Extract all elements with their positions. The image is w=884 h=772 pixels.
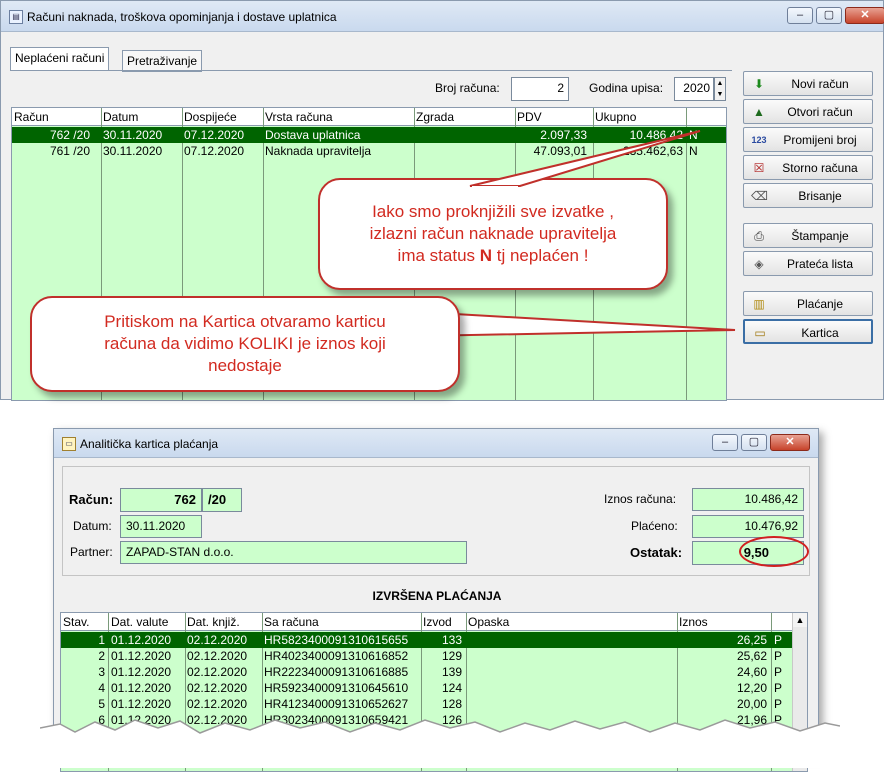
column-header-dat-knjiz[interactable]: Dat. knjiž. (187, 615, 240, 629)
column-header-opaska[interactable]: Opaska (468, 615, 509, 629)
cell-p: P (774, 665, 783, 679)
cell-p: P (774, 681, 783, 695)
payment-row[interactable]: 6 01.12.2020 02.12.2020 HR30234000913106594… (61, 712, 807, 728)
cell-p: P (774, 649, 783, 663)
column-header-dat-valute[interactable]: Dat. valute (111, 615, 168, 629)
cell-knjiz: 02.12.2020 (187, 633, 248, 647)
cell-racun: HR5923400091310645610 (264, 681, 409, 695)
payment-row[interactable]: 2 01.12.2020 02.12.2020 HR40234000913106168… (61, 648, 807, 664)
cell-izvod: 124 (441, 681, 462, 695)
card-close-button[interactable]: ✕ (770, 434, 810, 451)
card-minimize-button[interactable]: – (712, 434, 738, 451)
cell-racun: HR4023400091310616852 (264, 649, 409, 663)
cell-izvod: 139 (441, 665, 462, 679)
payment-row[interactable]: 3 01.12.2020 02.12.2020 HR22234000913106168… (61, 664, 807, 680)
cell-iznos: 21,96 (736, 713, 767, 727)
payments-table: Stav. Dat. valute Dat. knjiž. Sa računa … (60, 612, 808, 772)
column-header-sa-racuna[interactable]: Sa računa (264, 615, 319, 629)
cell-iznos: 20,00 (736, 697, 767, 711)
card-window-icon: ▭ (62, 437, 76, 451)
cell-izvod: 126 (441, 713, 462, 727)
scroll-up-icon[interactable]: ▲ (793, 613, 807, 627)
kartica-callout-line2: računa da vidimo KOLIKI je iznos koji (104, 334, 386, 353)
cell-p: P (774, 697, 783, 711)
card-window-title: Analitička kartica plaćanja (80, 437, 219, 451)
kartica-callout-line3: nedostaje (208, 356, 282, 375)
cell-iznos: 26,25 (736, 633, 767, 647)
cell-izvod: 133 (441, 633, 462, 647)
racun-number-field: 762 (120, 488, 202, 512)
cell-knjiz: 02.12.2020 (187, 681, 248, 695)
datum-field: 30.11.2020 (120, 515, 202, 538)
card-window: ▭ Analitička kartica plaćanja – ▢ ✕ Raču… (53, 428, 819, 772)
cell-valuta: 01.12.2020 (111, 649, 172, 663)
kartica-callout-line1: Pritiskom na Kartica otvaramo karticu (104, 312, 386, 331)
kartica-callout: Pritiskom na Kartica otvaramo karticu ra… (30, 296, 460, 392)
racun-suffix-field: /20 (202, 488, 242, 512)
iznos-racuna-field: 10.486,42 (692, 488, 804, 511)
partner-label: Partner: (70, 545, 113, 559)
ostatak-highlight-circle (739, 536, 809, 567)
column-header-izvod[interactable]: Izvod (423, 615, 452, 629)
column-header-iznos[interactable]: Iznos (679, 615, 708, 629)
cell-stav: 1 (98, 633, 105, 647)
cell-valuta: 01.12.2020 (111, 713, 172, 727)
placeno-field: 10.476,92 (692, 515, 804, 538)
cell-knjiz: 02.12.2020 (187, 697, 248, 711)
iznos-racuna-label: Iznos računa: (604, 492, 677, 506)
cell-stav: 2 (98, 649, 105, 663)
cell-racun: HR5823400091310615655 (264, 633, 409, 647)
card-maximize-button[interactable]: ▢ (741, 434, 767, 451)
cell-racun: HR3023400091310659421 (264, 713, 409, 727)
cell-knjiz: 02.12.2020 (187, 649, 248, 663)
cell-izvod: 129 (441, 649, 462, 663)
datum-label: Datum: (73, 519, 112, 533)
cell-knjiz: 02.12.2020 (187, 713, 248, 727)
payment-row[interactable]: 4 01.12.2020 02.12.2020 HR59234000913106456… (61, 680, 807, 696)
cell-p: P (774, 633, 783, 647)
cell-knjiz: 02.12.2020 (187, 665, 248, 679)
cell-izvod: 128 (441, 697, 462, 711)
cell-valuta: 01.12.2020 (111, 665, 172, 679)
cell-valuta: 01.12.2020 (111, 697, 172, 711)
column-header-stav[interactable]: Stav. (63, 615, 89, 629)
partner-field: ZAPAD-STAN d.o.o. (120, 541, 467, 564)
cell-valuta: 01.12.2020 (111, 633, 172, 647)
cell-stav: 6 (98, 713, 105, 727)
ostatak-label: Ostatak: (630, 545, 683, 560)
cell-stav: 5 (98, 697, 105, 711)
payment-row[interactable]: 1 01.12.2020 02.12.2020 HR58234000913106156… (61, 632, 807, 648)
cell-racun: HR4123400091310652627 (264, 697, 409, 711)
payments-table-header: Stav. Dat. valute Dat. knjiž. Sa računa … (61, 613, 807, 631)
racun-label: Račun: (69, 492, 114, 507)
cell-iznos: 24,60 (736, 665, 767, 679)
cell-p: P (774, 713, 783, 727)
cell-stav: 3 (98, 665, 105, 679)
cell-iznos: 12,20 (736, 681, 767, 695)
placeno-label: Plaćeno: (631, 519, 678, 533)
cell-iznos: 25,62 (736, 649, 767, 663)
payment-row[interactable]: 5 01.12.2020 02.12.2020 HR41234000913106526… (61, 696, 807, 712)
card-title-bar: ▭ Analitička kartica plaćanja – ▢ ✕ (54, 429, 818, 458)
cell-valuta: 01.12.2020 (111, 681, 172, 695)
cell-racun: HR2223400091310616885 (264, 665, 409, 679)
cell-stav: 4 (98, 681, 105, 695)
payments-section-title: IZVRŠENA PLAĆANJA (372, 589, 502, 603)
payments-scrollbar[interactable]: ▲ (792, 613, 807, 771)
